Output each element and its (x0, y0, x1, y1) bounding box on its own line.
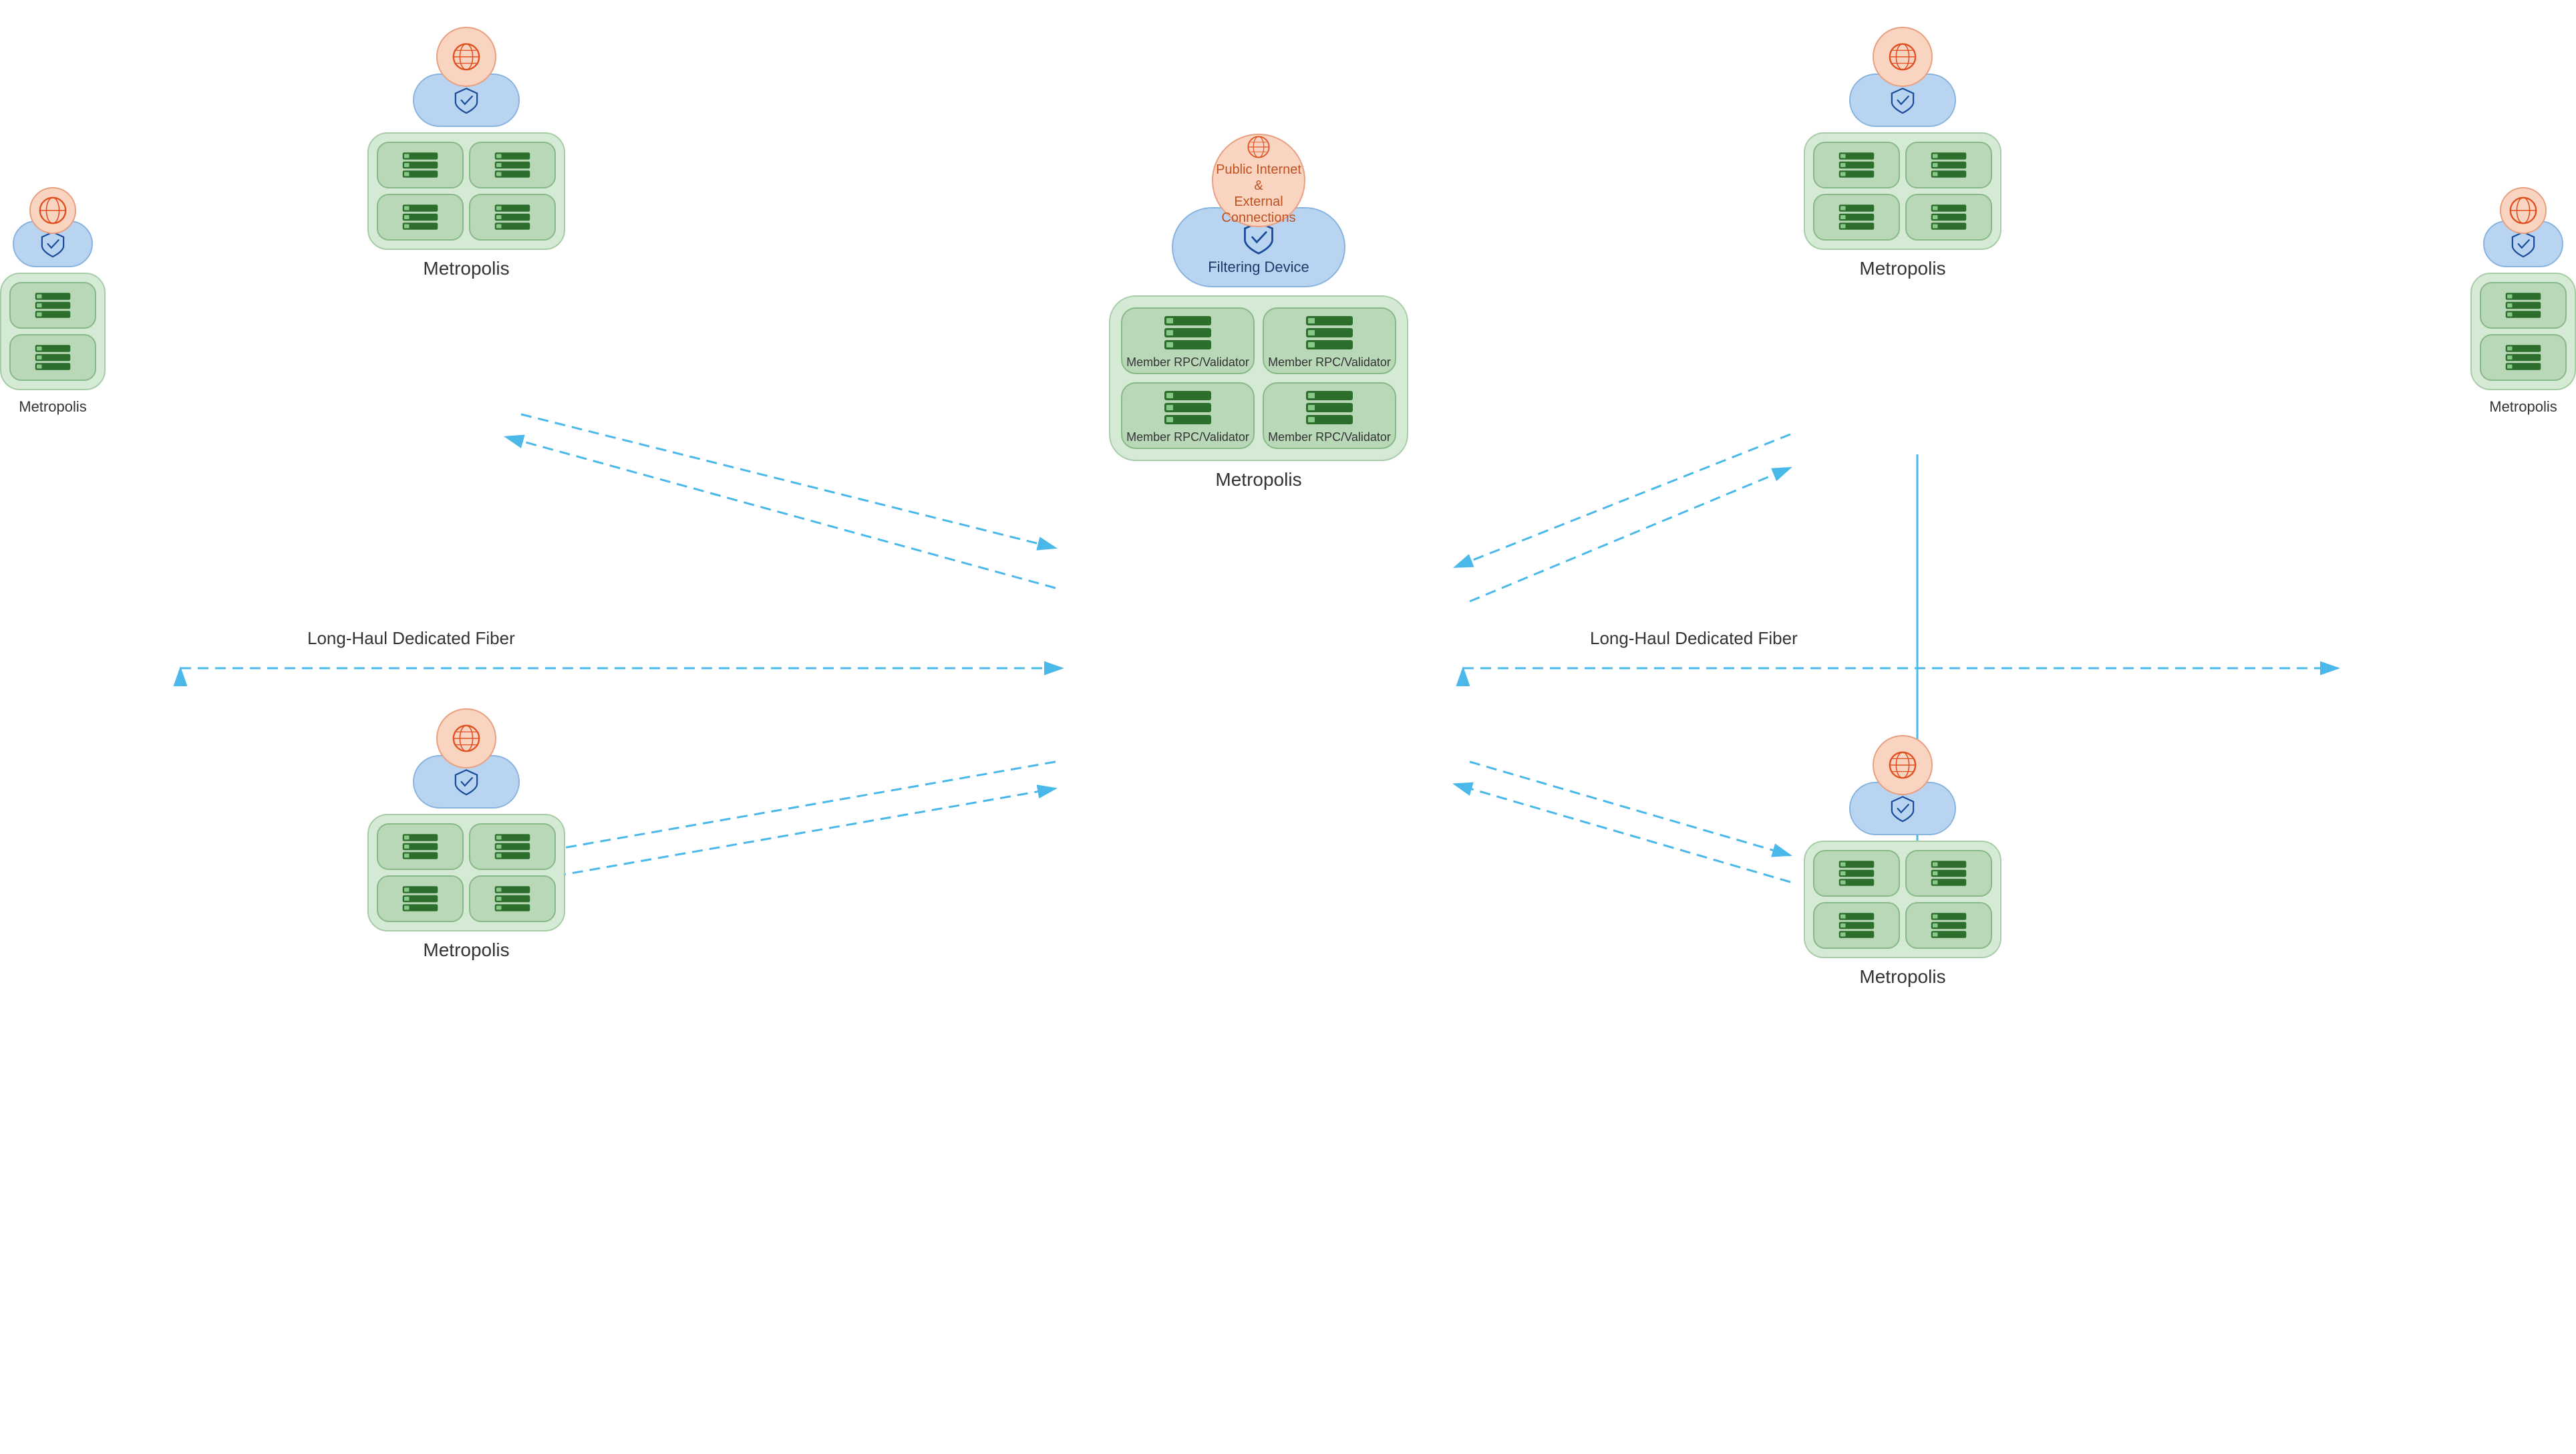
tc-server-4 (469, 194, 556, 241)
tr-server-4 (1905, 194, 1992, 241)
member-rpc-label-1: Member RPC/Validator (1126, 355, 1249, 370)
tc-server-2 (469, 142, 556, 188)
top-center-globe (436, 27, 496, 87)
top-right-label: Metropolis (1859, 258, 1945, 279)
line-top-center-to-main (521, 414, 1056, 548)
left-node: Metropolis (0, 187, 106, 416)
center-server-4: Member RPC/Validator (1263, 382, 1396, 449)
line-main-to-bottom-right (1470, 762, 1790, 855)
center-internet-node: Public Internet & External Connections F… (1109, 134, 1408, 490)
line-bottom-center-to-main (521, 788, 1056, 882)
bc-server-grid (367, 814, 565, 931)
center-server-2: Member RPC/Validator (1263, 307, 1396, 374)
top-right-node: Metropolis (1804, 27, 2001, 279)
tr-server-3 (1813, 194, 1900, 241)
center-server-3: Member RPC/Validator (1121, 382, 1255, 449)
top-right-globe (1873, 27, 1933, 87)
tc-server-1 (377, 142, 464, 188)
bc-server-2 (469, 823, 556, 870)
top-center-node: Metropolis (367, 27, 565, 279)
line-main-to-top-center (521, 441, 1056, 588)
right-globe (2500, 187, 2547, 234)
left-server-1 (9, 282, 96, 329)
left-server-2 (9, 334, 96, 381)
right-server-1 (2480, 282, 2567, 329)
br-server-1 (1813, 850, 1900, 897)
br-server-4 (1905, 902, 1992, 949)
bc-server-3 (377, 875, 464, 922)
right-label: Metropolis (2489, 398, 2557, 416)
bc-server-4 (469, 875, 556, 922)
line-top-right-to-main (1470, 434, 1790, 561)
br-server-grid (1804, 841, 2001, 958)
line-main-to-bottom-center (521, 762, 1056, 855)
filter-label: Filtering Device (1208, 259, 1309, 276)
left-globe (29, 187, 76, 234)
network-diagram: Public Internet & External Connections F… (0, 0, 2576, 1454)
line-bottom-right-to-main (1470, 788, 1790, 882)
internet-label: Public Internet & External Connections (1213, 162, 1304, 226)
top-center-server-grid (367, 132, 565, 250)
tc-server-3 (377, 194, 464, 241)
fiber-label-left: Long-Haul Dedicated Fiber (307, 628, 515, 649)
bottom-center-node: Metropolis (367, 708, 565, 961)
fiber-label-right: Long-Haul Dedicated Fiber (1590, 628, 1798, 649)
left-label: Metropolis (19, 398, 86, 416)
right-server-2 (2480, 334, 2567, 381)
right-server-grid (2470, 273, 2576, 390)
center-globe: Public Internet & External Connections (1212, 134, 1305, 227)
center-server-1: Member RPC/Validator (1121, 307, 1255, 374)
tr-server-1 (1813, 142, 1900, 188)
top-center-label: Metropolis (423, 258, 509, 279)
bottom-right-node: Metropolis (1804, 735, 2001, 988)
member-rpc-label-4: Member RPC/Validator (1268, 430, 1391, 444)
bc-globe (436, 708, 496, 768)
top-right-server-grid (1804, 132, 2001, 250)
br-globe (1873, 735, 1933, 795)
left-server-grid (0, 273, 106, 390)
bottom-right-label: Metropolis (1859, 966, 1945, 988)
member-rpc-label-2: Member RPC/Validator (1268, 355, 1391, 370)
br-server-2 (1905, 850, 1992, 897)
right-node: Metropolis (2470, 187, 2576, 416)
bottom-center-label: Metropolis (423, 939, 509, 961)
bc-server-1 (377, 823, 464, 870)
line-main-to-top-right (1470, 468, 1790, 601)
br-server-3 (1813, 902, 1900, 949)
tr-server-2 (1905, 142, 1992, 188)
member-rpc-label-3: Member RPC/Validator (1126, 430, 1249, 444)
center-server-grid: Member RPC/Validator Member RPC/Validato… (1109, 295, 1408, 461)
center-metropolis-label: Metropolis (1215, 469, 1301, 490)
